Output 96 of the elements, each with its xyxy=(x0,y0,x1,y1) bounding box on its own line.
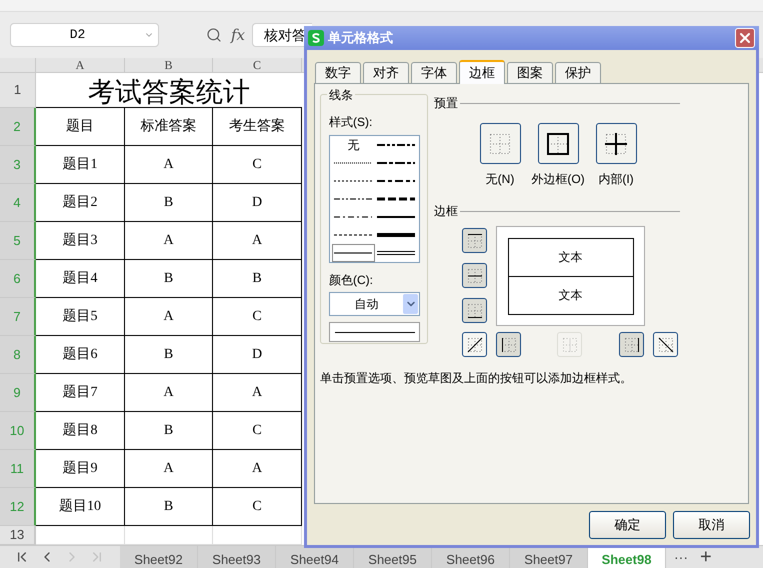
table-cell: C xyxy=(213,488,302,526)
table-cell: B xyxy=(125,412,213,450)
preview-text: 文本 xyxy=(558,249,582,266)
name-box[interactable]: D2 xyxy=(10,23,159,47)
table-cell: A xyxy=(125,374,213,412)
table-cell: B xyxy=(213,260,302,298)
dialog-tab[interactable]: 数字 xyxy=(315,62,361,83)
column-header[interactable]: A xyxy=(36,58,125,72)
table-cell: B xyxy=(125,184,213,222)
table-cell: C xyxy=(213,146,302,184)
table-cell: A xyxy=(213,450,302,488)
preview-text: 文本 xyxy=(558,287,582,304)
border-toggle-button[interactable] xyxy=(496,332,521,357)
border-line-icon xyxy=(656,334,676,354)
line-style-icon xyxy=(376,250,415,256)
hint-text: 单击预置选项、预览草图及上面的按钮可以添加边框样式。 xyxy=(320,370,633,387)
sheet-tab[interactable]: Sheet92 xyxy=(120,546,198,568)
line-style-icon xyxy=(334,250,372,256)
column-header[interactable]: B xyxy=(125,58,213,72)
color-select[interactable]: 自动 xyxy=(329,292,420,316)
dialog-tab[interactable]: 保护 xyxy=(555,62,601,83)
zoom-icon[interactable] xyxy=(206,27,222,43)
line-style-icon xyxy=(376,178,415,184)
line-style-icon xyxy=(376,160,415,166)
dialog-tab[interactable]: 图案 xyxy=(507,62,553,83)
table-cell: A xyxy=(213,222,302,260)
column-header[interactable]: C xyxy=(213,58,302,72)
preset-label: 外边框(O) xyxy=(531,171,585,188)
table-cell: 题目4 xyxy=(36,260,125,298)
dialog-tab[interactable]: 边框 xyxy=(459,60,505,84)
line-style-icon xyxy=(334,232,372,238)
title-cell: 考试答案统计 xyxy=(36,73,302,108)
table-cell: A xyxy=(125,298,213,336)
fx-label: fx xyxy=(231,24,246,46)
preset-label: 预置 xyxy=(434,95,458,112)
dialog-tab[interactable]: 对齐 xyxy=(363,62,409,83)
table-cell: 题目8 xyxy=(36,412,125,450)
line-style-icon xyxy=(334,160,372,166)
table-cell: C xyxy=(213,298,302,336)
dialog-button[interactable]: 确定 xyxy=(589,511,666,539)
table-cell: B xyxy=(125,260,213,298)
table-cell: 考生答案 xyxy=(213,108,302,146)
table-cell: 题目7 xyxy=(36,374,125,412)
more-sheets-button[interactable]: ··· xyxy=(674,546,688,568)
preset-button[interactable] xyxy=(596,123,636,164)
table-cell: D xyxy=(213,184,302,222)
border-toggle-button[interactable] xyxy=(462,332,487,357)
table-cell: 题目 xyxy=(36,108,125,146)
table-cell: 题目1 xyxy=(36,146,125,184)
table-cell: A xyxy=(125,222,213,260)
line-style-icon xyxy=(376,196,415,202)
sheet-tab[interactable]: Sheet94 xyxy=(276,546,354,568)
preset-label: 内部(I) xyxy=(598,171,634,188)
table-cell: 题目6 xyxy=(36,336,125,374)
table-cell: 题目3 xyxy=(36,222,125,260)
line-style-option[interactable] xyxy=(332,244,374,262)
table-cell: 题目10 xyxy=(36,488,125,526)
row-header[interactable]: 13 xyxy=(0,526,36,545)
border-toggle-button[interactable] xyxy=(619,332,644,357)
border-toggle-button[interactable] xyxy=(462,228,487,253)
table-cell: 题目2 xyxy=(36,184,125,222)
table-cell: A xyxy=(125,146,213,184)
app-logo-icon xyxy=(308,30,324,46)
line-style-icon xyxy=(334,196,372,202)
style-label: 样式(S): xyxy=(329,114,374,131)
close-button[interactable] xyxy=(735,28,755,48)
add-sheet-button[interactable]: + xyxy=(700,547,712,567)
preset-label: 无(N) xyxy=(486,171,514,188)
table-cell: A xyxy=(125,450,213,488)
line-style-icon xyxy=(376,214,415,220)
border-toggle-button[interactable] xyxy=(462,263,487,288)
preset-button[interactable] xyxy=(480,123,520,164)
table-cell: B xyxy=(125,336,213,374)
dialog-button[interactable]: 取消 xyxy=(673,511,750,539)
table-cell: D xyxy=(213,336,302,374)
table-cell: B xyxy=(125,488,213,526)
dialog-tab[interactable]: 字体 xyxy=(411,62,457,83)
color-label: 颜色(C): xyxy=(329,272,374,289)
line-style-icon xyxy=(334,214,372,220)
dialog-title: 单元格格式 xyxy=(328,29,394,48)
border-label: 边框 xyxy=(434,203,458,220)
row-header[interactable]: 1 xyxy=(0,73,36,108)
table-cell: A xyxy=(213,374,302,412)
line-style-icon xyxy=(376,142,415,148)
line-style-icon xyxy=(334,178,372,184)
table-cell: 标准答案 xyxy=(125,108,213,146)
line-style-icon xyxy=(376,232,415,238)
table-cell: 题目9 xyxy=(36,450,125,488)
sheet-tab[interactable]: Sheet93 xyxy=(198,546,276,568)
table-cell: 题目5 xyxy=(36,298,125,336)
border-toggle-button[interactable] xyxy=(462,298,487,323)
close-icon xyxy=(737,30,753,46)
preset-button[interactable] xyxy=(538,123,578,164)
table-cell: C xyxy=(213,412,302,450)
border-toggle-button[interactable] xyxy=(653,332,678,357)
line-style-option[interactable]: 无 xyxy=(332,136,374,154)
